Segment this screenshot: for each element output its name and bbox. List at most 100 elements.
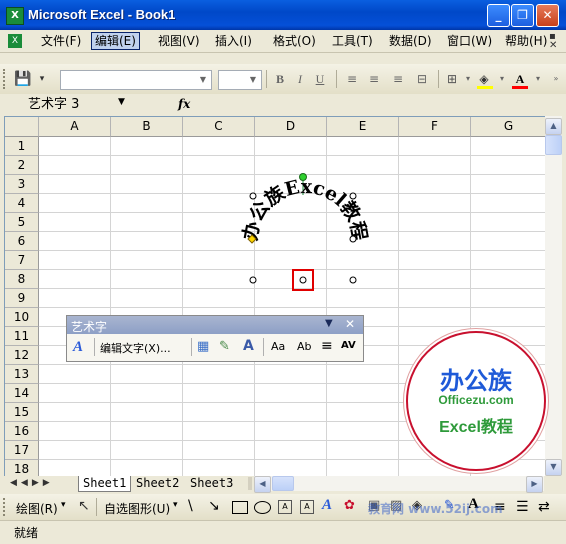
resize-handle[interactable]: [349, 276, 357, 284]
menu-view[interactable]: 视图(V): [155, 33, 203, 49]
tab-sheet1[interactable]: Sheet1: [78, 476, 132, 492]
resize-handle[interactable]: [349, 235, 357, 243]
chevron-down-icon[interactable]: ▼: [325, 318, 333, 329]
scroll-right-icon[interactable]: ▶: [526, 476, 543, 493]
excel-doc-icon[interactable]: X: [8, 34, 22, 48]
chevron-down-icon[interactable]: ▾: [530, 71, 546, 87]
save-icon[interactable]: 💾: [14, 71, 31, 87]
resize-handle[interactable]: [349, 192, 357, 200]
logo-subtitle: Excel教程: [439, 419, 513, 436]
chevron-down-icon[interactable]: ▾: [494, 71, 510, 87]
font-color-icon[interactable]: A: [512, 71, 528, 87]
window-title: Microsoft Excel - Book1: [28, 7, 176, 22]
format-wordart-icon[interactable]: ✎: [219, 339, 230, 354]
resize-handle[interactable]: [299, 276, 307, 284]
formula-bar: 艺术字 3 ▼ fx: [0, 94, 566, 116]
tab-sheet2[interactable]: Sheet2: [136, 476, 179, 491]
fill-color-icon[interactable]: ◈: [476, 71, 492, 87]
toolbar-separator: [191, 338, 192, 356]
borders-icon[interactable]: ⊞: [444, 71, 460, 87]
menu-window[interactable]: 窗口(W): [444, 33, 495, 49]
alignment-button[interactable]: ≡: [321, 338, 333, 354]
logo-url: Officezu.com: [438, 393, 514, 407]
minimize-button[interactable]: _: [487, 4, 510, 27]
insert-wordart-icon[interactable]: A: [73, 339, 83, 356]
italic-icon[interactable]: I: [292, 71, 308, 87]
fx-icon[interactable]: fx: [178, 97, 190, 111]
chevron-down-icon[interactable]: ▼: [118, 97, 125, 107]
diagram-icon[interactable]: ✿: [344, 498, 355, 513]
tab-split-handle[interactable]: [248, 477, 252, 490]
menu-insert[interactable]: 插入(I): [212, 33, 255, 49]
toolbar-grip[interactable]: [3, 498, 8, 516]
vertical-text-button[interactable]: Ab: [297, 340, 312, 353]
toolbar-spacer: [0, 53, 566, 64]
menu-tools[interactable]: 工具(T): [329, 33, 376, 49]
align-left-icon[interactable]: ≡: [344, 71, 360, 87]
menu-help[interactable]: 帮助(H): [502, 33, 550, 49]
same-letter-heights-button[interactable]: Aa: [271, 340, 285, 353]
oval-icon[interactable]: [254, 501, 271, 514]
doc-window-controls[interactable]: ▪ ✕: [549, 32, 561, 51]
scroll-up-icon[interactable]: ▲: [545, 118, 562, 135]
size-combo[interactable]: ▼: [218, 70, 262, 90]
font-combo[interactable]: ▼: [60, 70, 212, 90]
wordart-text[interactable]: 办公族Excel教程: [238, 176, 370, 243]
wordart-toolbar-titlebar[interactable]: 艺术字 ▼ ✕: [67, 316, 363, 334]
scroll-thumb[interactable]: [272, 476, 294, 491]
character-spacing-button[interactable]: AV: [341, 340, 356, 351]
resize-handle[interactable]: [249, 276, 257, 284]
textbox-icon[interactable]: A: [278, 500, 292, 514]
toolbar-grip[interactable]: [3, 69, 8, 89]
resize-handle[interactable]: [249, 192, 257, 200]
menu-data[interactable]: 数据(D): [386, 33, 435, 49]
toolbar-separator: [438, 70, 439, 88]
scroll-thumb[interactable]: [545, 135, 562, 155]
horizontal-scrollbar[interactable]: ◀ ▶: [254, 476, 544, 493]
status-text: 就绪: [14, 526, 39, 540]
chevron-down-icon[interactable]: ▾: [173, 500, 178, 510]
status-bar: 就绪: [0, 520, 566, 544]
toolbar-options-icon[interactable]: ▾: [34, 71, 50, 87]
wordart-gallery-icon[interactable]: ▦: [197, 339, 209, 354]
wordart-shape-icon[interactable]: A: [243, 338, 254, 354]
select-objects-icon[interactable]: ↖: [78, 498, 90, 514]
rectangle-icon[interactable]: [232, 501, 248, 514]
chevron-down-icon[interactable]: ▾: [460, 71, 476, 87]
tab-sheet3[interactable]: Sheet3: [190, 476, 233, 491]
scroll-down-icon[interactable]: ▼: [545, 459, 562, 476]
insert-wordart-icon[interactable]: A: [322, 497, 332, 514]
scroll-left-icon[interactable]: ◀: [254, 476, 271, 493]
bold-icon[interactable]: B: [272, 71, 288, 87]
arrow-style-icon[interactable]: ⇄: [538, 499, 550, 515]
line-icon[interactable]: \: [188, 498, 193, 514]
drawing-toolbar: 绘图(R) ▾ ↖ 自选图形(U) ▾ \ ↘ A A A ✿ ▣ ▨ ◈ ✎ …: [0, 494, 566, 520]
title-bar: X Microsoft Excel - Book1 _ ❐ ✕: [0, 0, 566, 30]
menu-edit[interactable]: 编辑(E): [91, 32, 140, 50]
underline-icon[interactable]: U: [312, 71, 328, 87]
dash-style-icon[interactable]: ☰: [516, 499, 529, 515]
align-center-icon[interactable]: ≡: [366, 71, 382, 87]
align-right-icon[interactable]: ≡: [390, 71, 406, 87]
close-icon[interactable]: ✕: [345, 317, 355, 331]
tab-nav-arrows-icon[interactable]: ◀◀▶▶: [10, 478, 54, 488]
toolbar-overflow-icon[interactable]: »: [548, 71, 564, 87]
merge-center-icon[interactable]: ⊟: [414, 71, 430, 87]
draw-menu-button[interactable]: 绘图(R): [16, 500, 58, 517]
toolbar-separator: [96, 498, 97, 516]
autoshapes-button[interactable]: 自选图形(U): [104, 500, 170, 517]
close-button[interactable]: ✕: [536, 4, 559, 27]
chevron-down-icon[interactable]: ▼: [246, 72, 260, 88]
chevron-down-icon[interactable]: ▼: [196, 72, 210, 88]
wordart-toolbar-title: 艺术字: [71, 320, 108, 334]
restore-button[interactable]: ❐: [511, 4, 534, 27]
menu-format[interactable]: 格式(O): [270, 33, 319, 49]
menu-file[interactable]: 文件(F): [38, 33, 84, 49]
vertical-textbox-icon[interactable]: A: [300, 500, 314, 514]
edit-text-button[interactable]: 编辑文字(X)...: [100, 340, 171, 356]
vertical-scrollbar[interactable]: ▲ ▼: [545, 116, 562, 477]
fill-color-swatch: [477, 86, 493, 89]
arrow-icon[interactable]: ↘: [208, 498, 220, 514]
chevron-down-icon[interactable]: ▾: [61, 500, 66, 510]
sheet-tab-bar: ◀◀▶▶ Sheet1 Sheet2 Sheet3 ◀ ▶: [4, 476, 562, 493]
